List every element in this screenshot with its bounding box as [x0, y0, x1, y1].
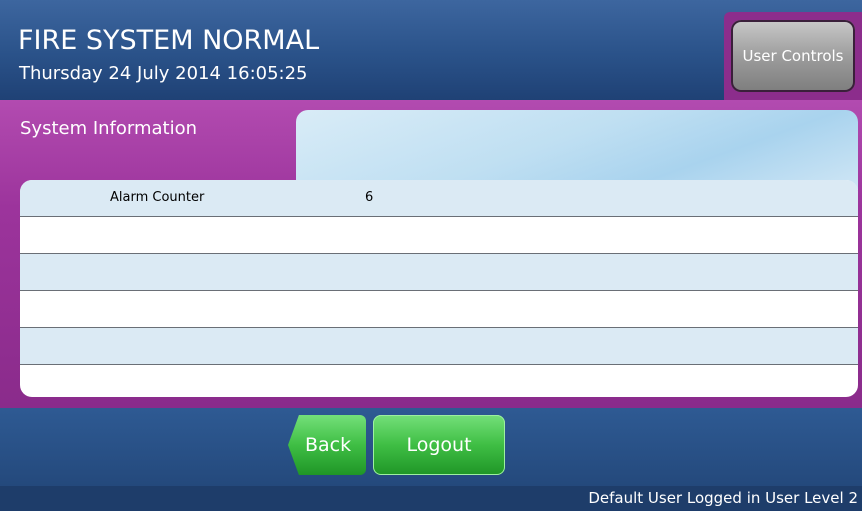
- row-value: 6: [365, 190, 374, 205]
- user-controls-button[interactable]: User Controls: [731, 20, 855, 92]
- info-table: Alarm Counter 6: [20, 180, 858, 397]
- tab-strip: [296, 110, 858, 190]
- table-row: [20, 291, 858, 328]
- system-status-title: FIRE SYSTEM NORMAL: [18, 25, 320, 56]
- table-row: [20, 254, 858, 291]
- back-button-label[interactable]: Back: [305, 430, 351, 460]
- table-row: [20, 217, 858, 254]
- login-status-text: Default User Logged in User Level 2: [588, 489, 858, 507]
- table-row: [20, 328, 858, 365]
- table-row: [20, 365, 858, 397]
- logout-button[interactable]: Logout: [373, 415, 505, 475]
- row-label: Alarm Counter: [110, 190, 205, 205]
- panel-title: System Information: [20, 118, 198, 139]
- date-time-display: Thursday 24 July 2014 16:05:25: [19, 63, 308, 84]
- table-row: Alarm Counter 6: [20, 180, 858, 217]
